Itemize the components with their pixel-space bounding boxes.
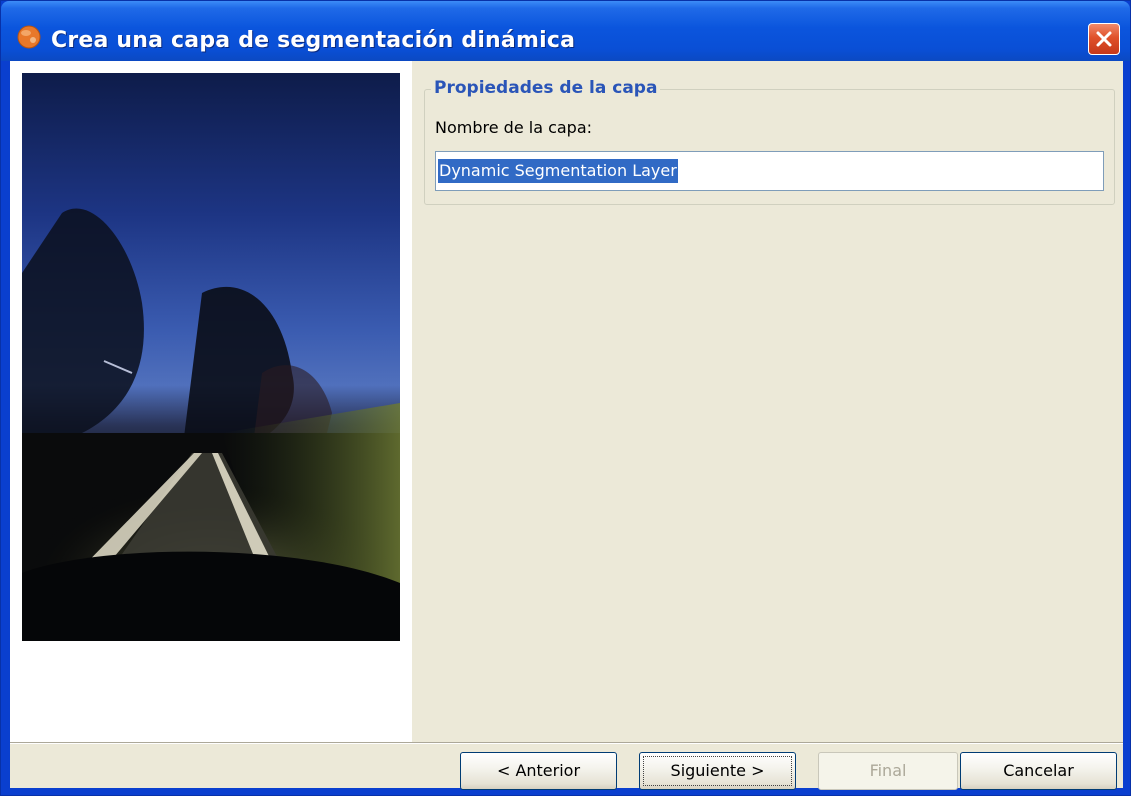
layer-name-value: Dynamic Segmentation Layer [438, 159, 678, 183]
finish-button[interactable]: Final [818, 752, 958, 790]
dialog-content: Propiedades de la capa Nombre de la capa… [10, 61, 1123, 790]
close-button[interactable] [1088, 23, 1120, 55]
layer-name-label: Nombre de la capa: [435, 118, 593, 137]
window-title: Crea una capa de segmentación dinámica [51, 28, 576, 53]
back-button[interactable]: < Anterior [460, 752, 617, 790]
wizard-illustration-photo [22, 73, 400, 641]
dialog-window: Crea una capa de segmentación dinámica P… [0, 0, 1131, 796]
cancel-button[interactable]: Cancelar [960, 752, 1117, 790]
gvsig-app-icon [17, 25, 41, 49]
button-bar-separator [10, 742, 1123, 744]
next-button[interactable]: Siguiente > [639, 752, 796, 790]
close-icon [1096, 31, 1112, 47]
title-bar[interactable]: Crea una capa de segmentación dinámica [1, 1, 1130, 61]
wizard-image-pane [10, 61, 412, 742]
layer-name-input[interactable]: Dynamic Segmentation Layer [435, 151, 1104, 191]
group-title: Propiedades de la capa [431, 78, 661, 98]
